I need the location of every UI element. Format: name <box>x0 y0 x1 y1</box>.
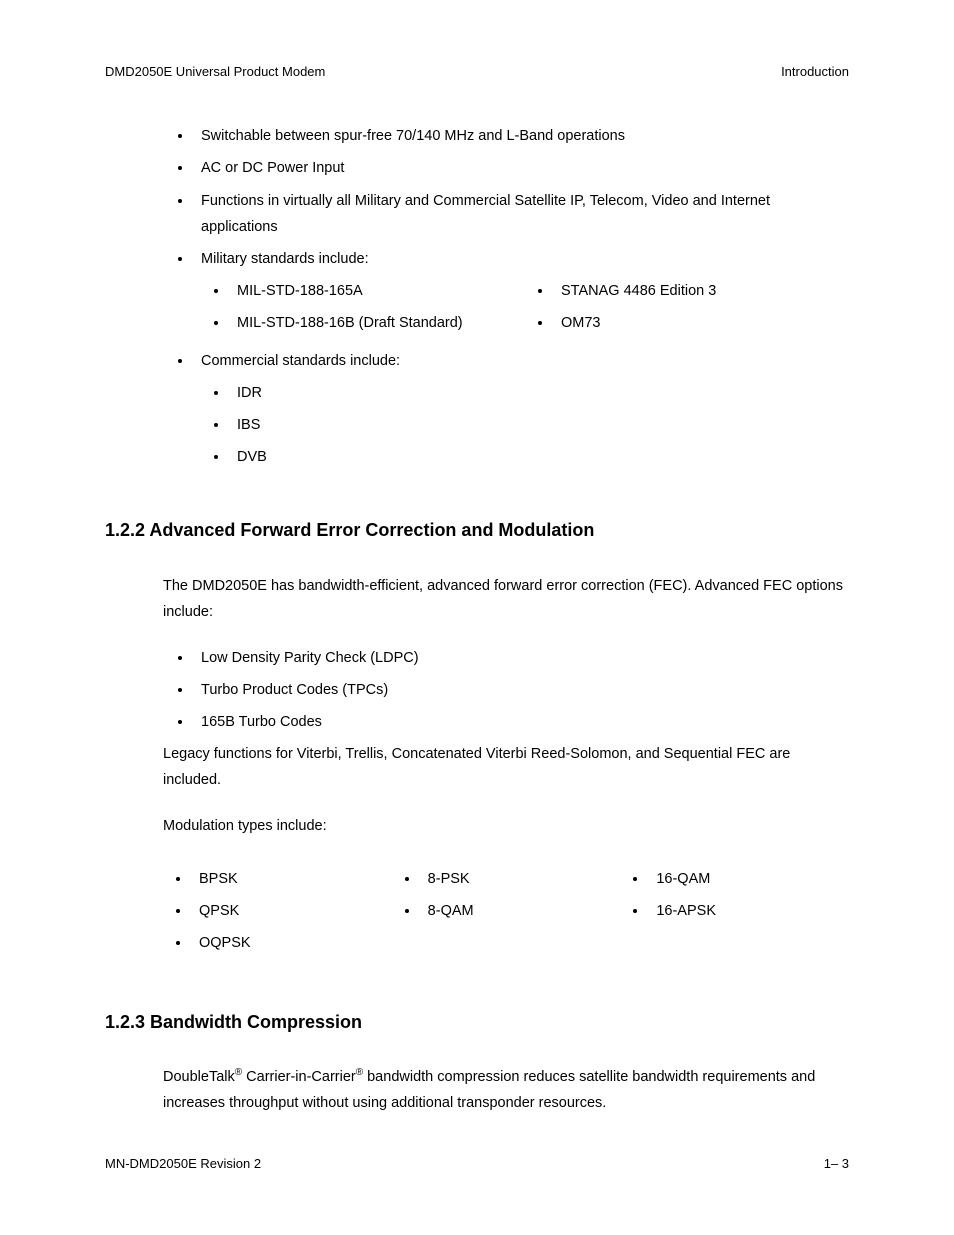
text-run: Carrier-in-Carrier <box>242 1069 356 1085</box>
paragraph: Modulation types include: <box>163 813 849 839</box>
header-right: Introduction <box>781 60 849 83</box>
list-item: AC or DC Power Input <box>193 155 849 181</box>
body-content: Switchable between spur-free 70/140 MHz … <box>105 123 849 470</box>
list-item: DVB <box>229 444 849 470</box>
military-standards-left: MIL-STD-188-165A MIL-STD-188-16B (Draft … <box>201 278 525 342</box>
section-heading-122: 1.2.2 Advanced Forward Error Correction … <box>105 514 849 546</box>
list-item: QPSK <box>191 898 392 924</box>
fec-list: Low Density Parity Check (LDPC) Turbo Pr… <box>163 645 849 735</box>
list-item: 16-QAM <box>648 866 849 892</box>
footer-left: MN-DMD2050E Revision 2 <box>105 1152 261 1175</box>
modulation-col-2: 8-PSK 8-QAM <box>392 866 621 962</box>
paragraph: DoubleTalk® Carrier-in-Carrier® bandwidt… <box>163 1064 849 1116</box>
list-item: Low Density Parity Check (LDPC) <box>193 645 849 671</box>
list-item: Switchable between spur-free 70/140 MHz … <box>193 123 849 149</box>
list-item: IBS <box>229 412 849 438</box>
section-123-content: DoubleTalk® Carrier-in-Carrier® bandwidt… <box>105 1064 849 1116</box>
commercial-standards-list: IDR IBS DVB <box>201 380 849 470</box>
list-item: 165B Turbo Codes <box>193 709 849 735</box>
list-item: OQPSK <box>191 930 392 956</box>
paragraph: The DMD2050E has bandwidth-efficient, ad… <box>163 573 849 625</box>
section-122-content: The DMD2050E has bandwidth-efficient, ad… <box>105 573 849 962</box>
list-item: Military standards include: MIL-STD-188-… <box>193 246 849 342</box>
registered-mark: ® <box>356 1067 363 1078</box>
modulation-columns: BPSK QPSK OQPSK 8-PSK 8-QAM 16-QAM 16-AP… <box>163 860 849 962</box>
page-footer: MN-DMD2050E Revision 2 1– 3 <box>105 1152 849 1175</box>
list-item: BPSK <box>191 866 392 892</box>
list-item-label: Military standards include: <box>201 251 369 267</box>
list-item: MIL-STD-188-16B (Draft Standard) <box>229 310 525 336</box>
modulation-col-3: 16-QAM 16-APSK <box>620 866 849 962</box>
military-standards-columns: MIL-STD-188-165A MIL-STD-188-16B (Draft … <box>201 272 849 342</box>
list-item: 16-APSK <box>648 898 849 924</box>
list-item: Functions in virtually all Military and … <box>193 188 849 240</box>
list-item: STANAG 4486 Edition 3 <box>553 278 849 304</box>
top-feature-list: Switchable between spur-free 70/140 MHz … <box>163 123 849 470</box>
paragraph: Legacy functions for Viterbi, Trellis, C… <box>163 741 849 793</box>
list-item: 8-PSK <box>420 866 621 892</box>
section-heading-123: 1.2.3 Bandwidth Compression <box>105 1006 849 1038</box>
list-item: IDR <box>229 380 849 406</box>
list-item-label: Commercial standards include: <box>201 353 400 369</box>
military-standards-right: STANAG 4486 Edition 3 OM73 <box>525 278 849 342</box>
header-left: DMD2050E Universal Product Modem <box>105 60 325 83</box>
list-item: Commercial standards include: IDR IBS DV… <box>193 348 849 470</box>
list-item: 8-QAM <box>420 898 621 924</box>
document-page: DMD2050E Universal Product Modem Introdu… <box>0 0 954 1235</box>
text-run: DoubleTalk <box>163 1069 235 1085</box>
list-item: MIL-STD-188-165A <box>229 278 525 304</box>
modulation-col-1: BPSK QPSK OQPSK <box>163 866 392 962</box>
page-header: DMD2050E Universal Product Modem Introdu… <box>105 60 849 83</box>
list-item: Turbo Product Codes (TPCs) <box>193 677 849 703</box>
list-item: OM73 <box>553 310 849 336</box>
footer-right: 1– 3 <box>824 1152 849 1175</box>
